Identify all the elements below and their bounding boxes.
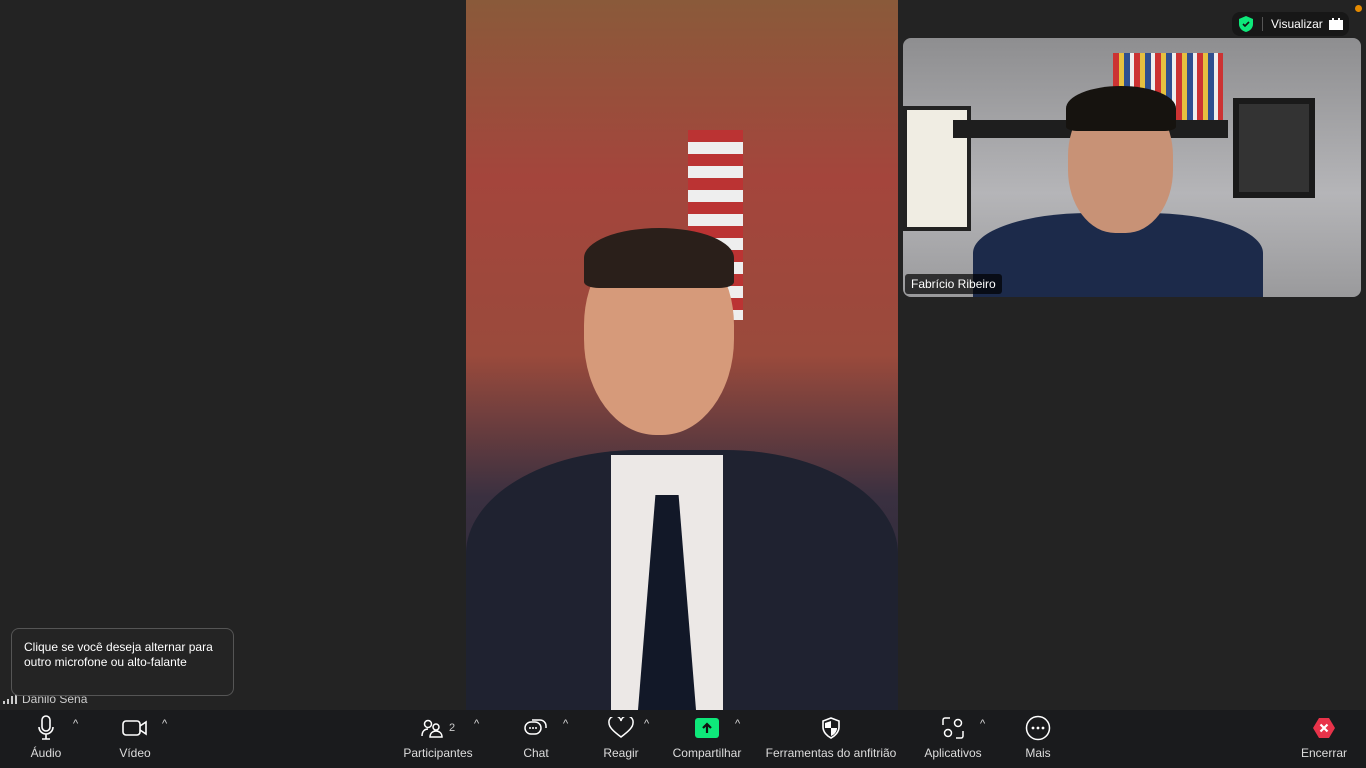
shield-icon — [822, 717, 840, 739]
video-button[interactable]: Vídeo — [115, 710, 155, 768]
microphone-icon — [38, 715, 54, 740]
frame — [1233, 98, 1315, 198]
video-options-caret[interactable]: ^ — [162, 718, 167, 730]
end-label: Encerrar — [1300, 746, 1347, 760]
end-button[interactable]: Encerrar — [1296, 710, 1352, 768]
participants-count: 2 — [448, 722, 456, 734]
react-button[interactable]: Reagir — [600, 710, 642, 768]
participants-label: Participantes — [403, 746, 473, 760]
signal-icon — [3, 694, 17, 704]
more-button[interactable]: Mais — [1020, 710, 1056, 768]
share-label: Compartilhar — [672, 746, 742, 760]
apps-label: Aplicativos — [924, 746, 982, 760]
heart-icon — [608, 717, 634, 738]
apps-icon — [942, 717, 964, 739]
video-camera-icon — [122, 720, 147, 736]
audio-tooltip: Clique se você deseja alternar para outr… — [11, 628, 234, 696]
audio-button[interactable]: Áudio — [28, 710, 64, 768]
meeting-toolbar: Áudio ^ Vídeo ^ 2 Participantes ^ Chat ^… — [0, 710, 1366, 768]
chat-button[interactable]: Chat — [516, 710, 556, 768]
participants-options-caret[interactable]: ^ — [474, 718, 479, 730]
thumbnail-video[interactable]: Fabrício Ribeiro — [903, 38, 1361, 297]
participants-icon — [421, 719, 443, 738]
react-options-caret[interactable]: ^ — [644, 718, 649, 730]
participants-button[interactable]: 2 Participantes — [398, 710, 478, 768]
video-hair — [584, 228, 734, 288]
host-tools-label: Ferramentas do anfitrião — [765, 746, 897, 760]
divider — [1262, 17, 1263, 31]
status-dot — [1355, 5, 1362, 12]
audio-label: Áudio — [30, 746, 62, 760]
more-icon — [1025, 715, 1051, 741]
hair — [1066, 86, 1176, 131]
top-bar: Visualizar — [1232, 12, 1349, 36]
react-label: Reagir — [603, 746, 639, 760]
grid-icon — [1328, 18, 1343, 30]
view-button[interactable]: Visualizar — [1271, 17, 1343, 31]
chat-label: Chat — [523, 746, 549, 760]
audio-options-caret[interactable]: ^ — [73, 718, 78, 730]
main-video-danilo[interactable] — [466, 0, 898, 710]
more-label: Mais — [1025, 746, 1051, 760]
share-options-caret[interactable]: ^ — [735, 718, 740, 730]
chat-icon — [524, 719, 547, 735]
apps-options-caret[interactable]: ^ — [980, 718, 985, 730]
share-arrow-icon — [695, 718, 719, 738]
end-call-icon — [1313, 718, 1335, 738]
participant-name: Fabrício Ribeiro — [905, 274, 1002, 294]
host-tools-button[interactable]: Ferramentas do anfitrião — [760, 710, 902, 768]
shield-check-icon[interactable] — [1238, 15, 1254, 33]
video-label: Vídeo — [119, 746, 151, 760]
view-label: Visualizar — [1271, 17, 1323, 31]
chat-options-caret[interactable]: ^ — [563, 718, 568, 730]
apps-button[interactable]: Aplicativos — [920, 710, 986, 768]
